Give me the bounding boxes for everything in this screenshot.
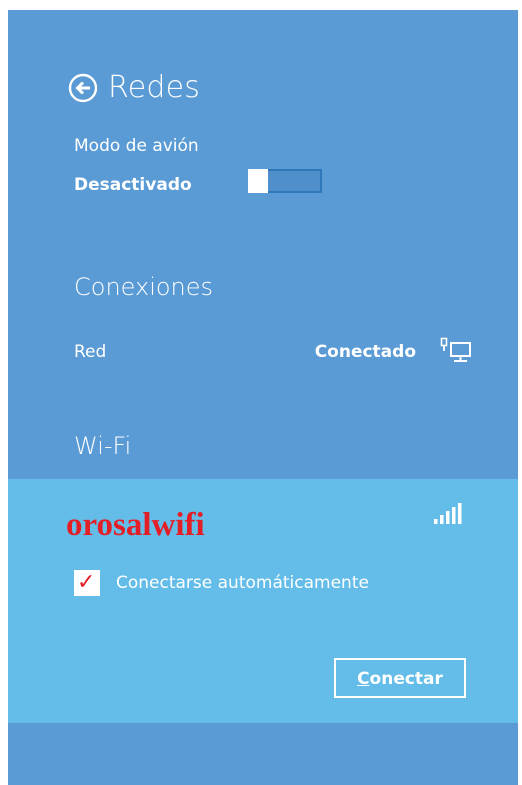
airplane-mode-toggle[interactable] <box>248 169 322 193</box>
connection-status: Conectado <box>314 342 416 362</box>
auto-connect-option[interactable]: ✓ Conectarse automáticamente <box>74 570 369 596</box>
airplane-mode-state: Desactivado <box>74 175 192 195</box>
wifi-heading: Wi-Fi <box>74 432 132 460</box>
connections-heading: Conexiones <box>74 273 214 301</box>
wifi-signal-icon <box>434 503 462 524</box>
auto-connect-checkbox[interactable]: ✓ <box>74 570 100 596</box>
connect-button[interactable]: Conectar <box>334 658 466 698</box>
networks-panel: Redes Modo de avión Desactivado Conexion… <box>8 10 518 785</box>
connection-item-red[interactable]: Red Conectado <box>74 337 474 367</box>
wifi-network-name: orosalwifi <box>66 507 205 543</box>
auto-connect-label: Conectarse automáticamente <box>116 573 369 593</box>
connection-name: Red <box>74 342 107 362</box>
toggle-thumb <box>248 169 268 193</box>
ethernet-icon <box>440 337 471 362</box>
page-title: Redes <box>108 70 201 105</box>
checkmark-icon: ✓ <box>77 570 96 595</box>
airplane-mode-label: Modo de avión <box>74 136 199 156</box>
back-arrow-icon[interactable] <box>68 73 98 103</box>
panel-header: Redes <box>68 70 200 105</box>
wifi-network-card[interactable]: orosalwifi ✓ Conectarse automáticamente … <box>8 479 518 723</box>
